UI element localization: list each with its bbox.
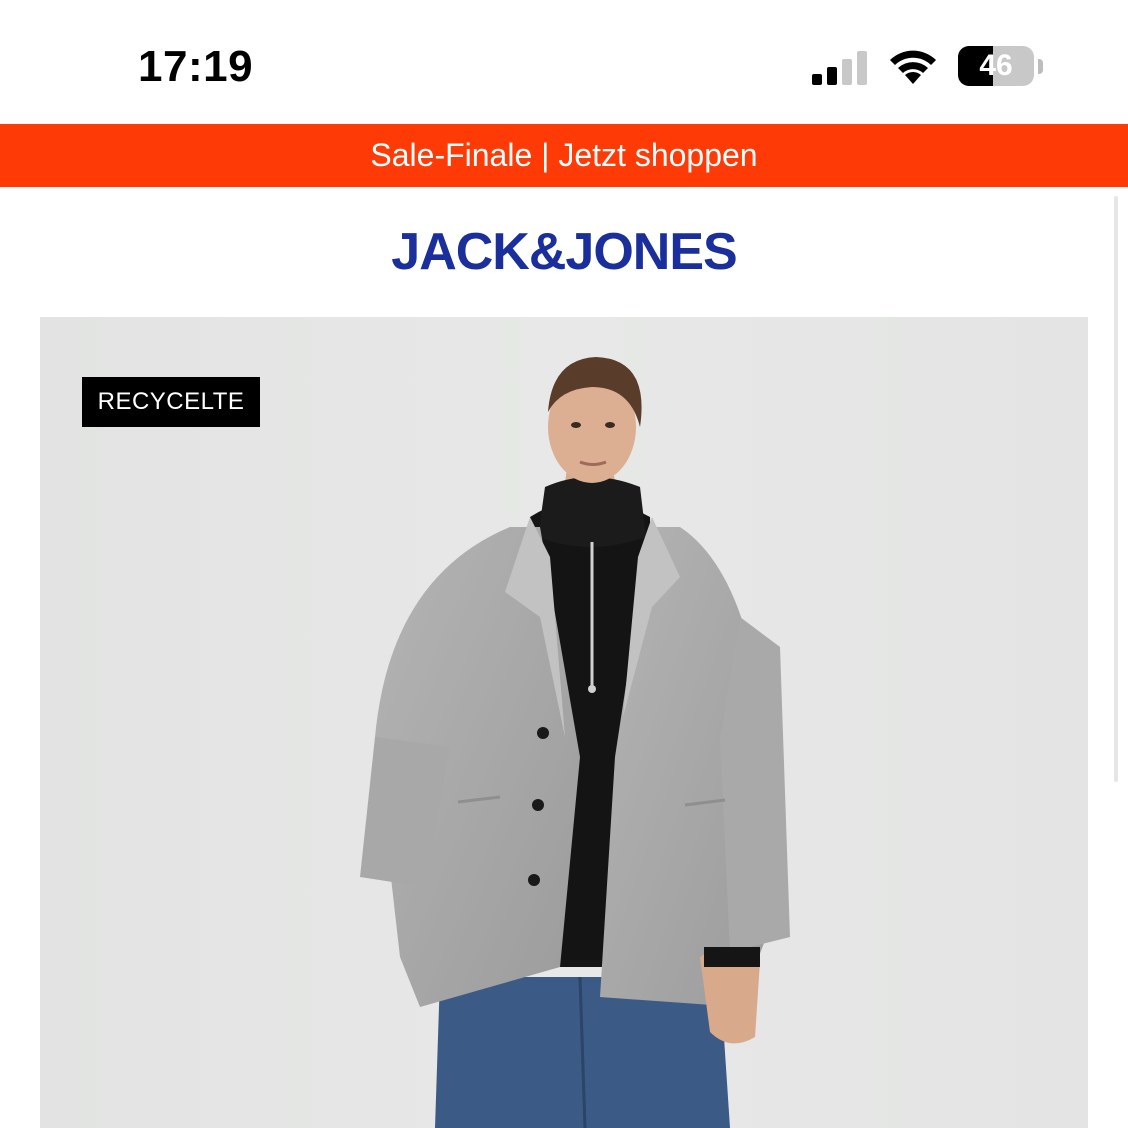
battery-icon: 46 — [958, 46, 1044, 88]
cellular-signal-icon — [812, 51, 867, 85]
battery-level: 46 — [979, 49, 1013, 82]
status-bar: 17:19 46 — [0, 0, 1128, 124]
wifi-icon — [890, 50, 936, 84]
sale-banner-link[interactable]: Sale-Finale | Jetzt shoppen — [0, 124, 1128, 187]
brand-logo[interactable]: JACK&JONES — [0, 222, 1128, 282]
email-page: 17:19 46 Sale-Finale | Jetzt shoppen JAC… — [0, 0, 1128, 1128]
recycled-badge: RECYCELTE — [82, 377, 260, 427]
model-illustration — [40, 317, 1088, 1128]
scroll-indicator — [1114, 196, 1118, 782]
product-image[interactable]: RECYCELTE — [40, 317, 1088, 1128]
status-time: 17:19 — [138, 42, 254, 91]
